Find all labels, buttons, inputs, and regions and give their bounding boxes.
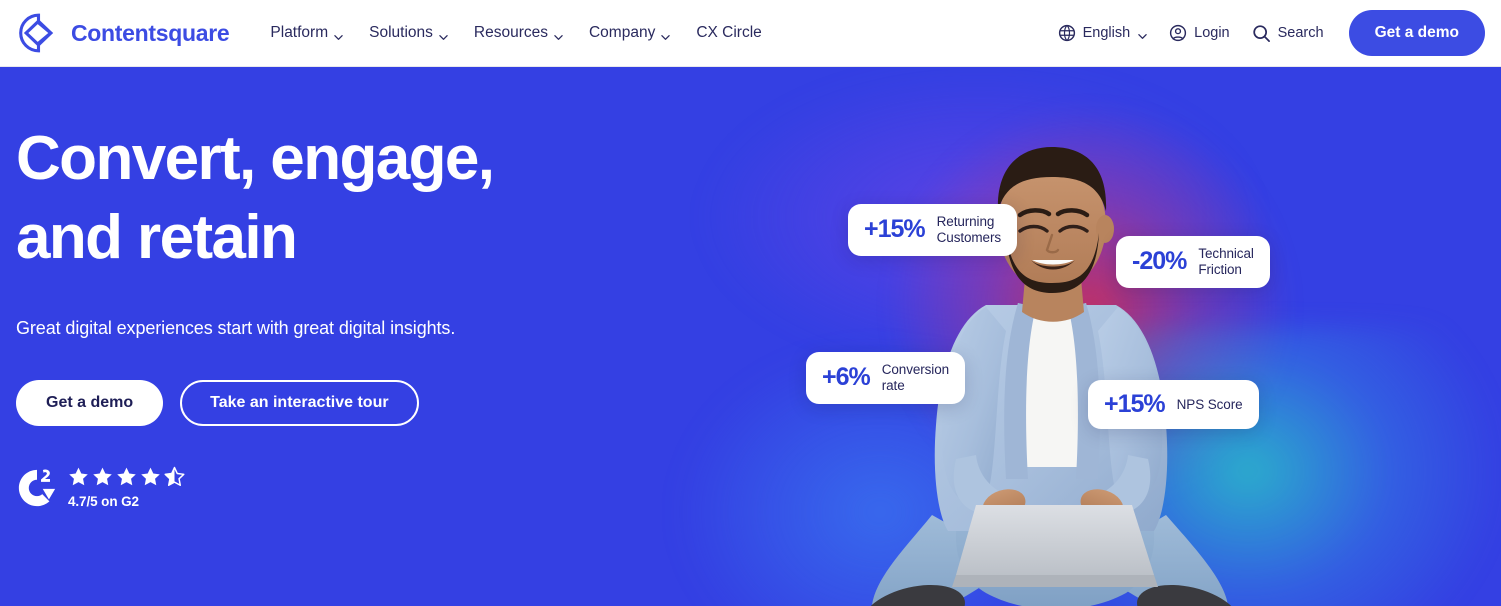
- metric-value: +6%: [822, 363, 871, 392]
- hero-subtitle: Great digital experiences start with gre…: [16, 317, 456, 338]
- star-icon: [92, 466, 113, 492]
- hero-cta-group: Get a demo Take an interactive tour: [16, 379, 636, 426]
- chevron-down-icon: [554, 29, 563, 40]
- metric-card-returning-customers: +15% Returning Customers: [848, 204, 1018, 256]
- star-icon: [116, 466, 137, 492]
- g2-logo-icon: [16, 466, 58, 508]
- take-interactive-tour-button[interactable]: Take an interactive tour: [180, 379, 419, 426]
- nav-item-company[interactable]: Company: [576, 16, 683, 50]
- metric-label: Technical Friction: [1198, 246, 1253, 278]
- metric-value: +15%: [1104, 390, 1166, 418]
- brand-name: Contentsquare: [71, 19, 230, 46]
- metric-card-nps-score: +15% NPS Score: [1088, 380, 1259, 429]
- get-a-demo-button-hero[interactable]: Get a demo: [16, 379, 164, 426]
- user-circle-icon: [1169, 24, 1187, 42]
- nav-item-cx-circle[interactable]: CX Circle: [683, 16, 774, 50]
- star-half-icon: [164, 466, 185, 492]
- brand-logo-link[interactable]: Contentsquare: [16, 11, 230, 55]
- get-a-demo-button-header[interactable]: Get a demo: [1348, 10, 1485, 56]
- language-label: English: [1082, 25, 1131, 41]
- metric-value: +15%: [864, 215, 926, 244]
- chevron-down-icon: [439, 29, 448, 40]
- metric-label: Returning Customers: [937, 214, 1001, 246]
- nav-item-label: Platform: [270, 24, 329, 41]
- nav-item-solutions[interactable]: Solutions: [356, 16, 461, 50]
- search-icon: [1252, 24, 1271, 43]
- rating-text: 4.7/5 on G2: [68, 493, 139, 509]
- contentsquare-logo-icon: [16, 11, 60, 55]
- language-selector[interactable]: English: [1047, 18, 1159, 48]
- nav-item-label: CX Circle: [696, 24, 762, 41]
- metric-label-line2: Customers: [936, 229, 1002, 245]
- hero-copy: Convert, engage, and retain Great digita…: [16, 119, 636, 509]
- chevron-down-icon: [1138, 29, 1147, 39]
- nav-item-platform[interactable]: Platform: [257, 16, 356, 50]
- star-rating: [68, 466, 185, 492]
- metric-label-line1: Returning: [936, 214, 995, 229]
- metric-label: Conversion rate: [882, 362, 949, 394]
- header-utilities: English Login Search Get a demo: [1047, 10, 1485, 56]
- metric-card-conversion-rate: +6% Conversion rate: [806, 352, 966, 404]
- hero-title-line1: Convert, engage,: [16, 124, 495, 193]
- nav-item-label: Resources: [473, 24, 548, 41]
- nav-item-resources[interactable]: Resources: [461, 16, 576, 50]
- metric-label-line2: rate: [881, 377, 905, 393]
- search-button[interactable]: Search: [1241, 18, 1335, 49]
- login-link[interactable]: Login: [1158, 18, 1240, 48]
- star-icon: [140, 466, 161, 492]
- metric-label-line2: Friction: [1198, 261, 1242, 277]
- main-navigation: Platform Solutions Resources Company CX …: [257, 16, 774, 50]
- metric-label: NPS Score: [1176, 396, 1243, 412]
- search-label: Search: [1277, 25, 1324, 41]
- hero-title-line2: and retain: [16, 203, 298, 273]
- metric-label-line1: Technical: [1198, 246, 1254, 261]
- page-title: Convert, engage, and retain: [16, 119, 636, 278]
- login-label: Login: [1194, 25, 1230, 41]
- nav-item-label: Company: [588, 24, 656, 41]
- hero-section: +15% Returning Customers -20% Technical …: [0, 67, 1501, 606]
- g2-rating-badge: 4.7/5 on G2: [16, 466, 636, 509]
- star-icon: [68, 466, 89, 492]
- nav-item-label: Solutions: [369, 24, 433, 41]
- chevron-down-icon: [661, 29, 671, 40]
- metric-card-technical-friction: -20% Technical Friction: [1116, 236, 1270, 288]
- g2-rating-details: 4.7/5 on G2: [68, 466, 185, 509]
- chevron-down-icon: [334, 29, 343, 40]
- site-header: Contentsquare Platform Solutions Resourc…: [0, 0, 1501, 67]
- metric-value: -20%: [1132, 247, 1187, 276]
- metric-label-line1: Conversion: [881, 362, 950, 377]
- globe-icon: [1058, 24, 1076, 42]
